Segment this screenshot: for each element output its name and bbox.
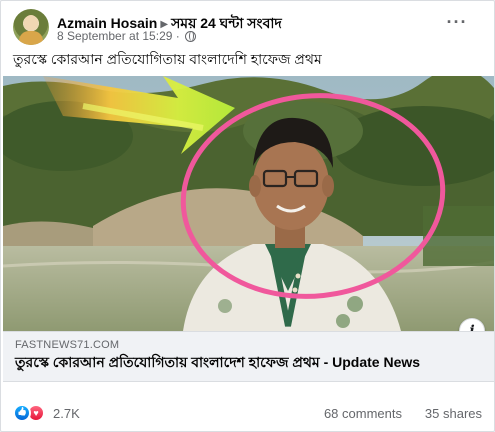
post-timestamp[interactable]: 8 September at 15:29 xyxy=(57,29,172,43)
link-domain: FASTNEWS71.COM xyxy=(15,339,120,351)
like-reaction-icon xyxy=(13,404,31,422)
reaction-count[interactable]: 2.7K xyxy=(53,406,80,421)
comments-count[interactable]: 68 comments xyxy=(324,406,402,421)
shares-count[interactable]: 35 shares xyxy=(425,406,482,421)
facebook-post: Azmain Hosain ▶ সময় 24 ঘন্টা সংবাদ 8 Sept… xyxy=(0,0,495,432)
author-avatar[interactable] xyxy=(13,9,49,45)
post-meta: 8 September at 15:29 · xyxy=(57,29,197,43)
link-info-bar[interactable]: FASTNEWS71.COM তুরস্কে কোরআন প্রতিযোগিতা… xyxy=(3,331,494,382)
avatar-face xyxy=(24,15,38,31)
link-preview-image[interactable] xyxy=(3,76,494,331)
preview-photo-svg xyxy=(3,76,494,331)
link-preview-card[interactable]: i FASTNEWS71.COM তুরস্কে কোরআন প্রতিযোগি… xyxy=(3,76,494,382)
post-caption: তুরস্কে কোরআন প্রতিযোগিতায় বাংলাদেশি হা… xyxy=(13,51,322,67)
globe-icon xyxy=(185,31,197,42)
reaction-icons[interactable]: ♥ xyxy=(13,404,47,422)
link-title[interactable]: তুরস্কে কোরআন প্রতিযোগিতায় বাংলাদেশ হাফ… xyxy=(15,354,475,370)
post-stats: ♥ 2.7K 68 comments 35 shares xyxy=(13,401,482,423)
more-options-button[interactable]: ··· xyxy=(444,13,470,35)
avatar-shirt xyxy=(19,31,43,45)
post-header: Azmain Hosain ▶ সময় 24 ঘন্টা সংবাদ 8 Sept… xyxy=(13,9,484,45)
